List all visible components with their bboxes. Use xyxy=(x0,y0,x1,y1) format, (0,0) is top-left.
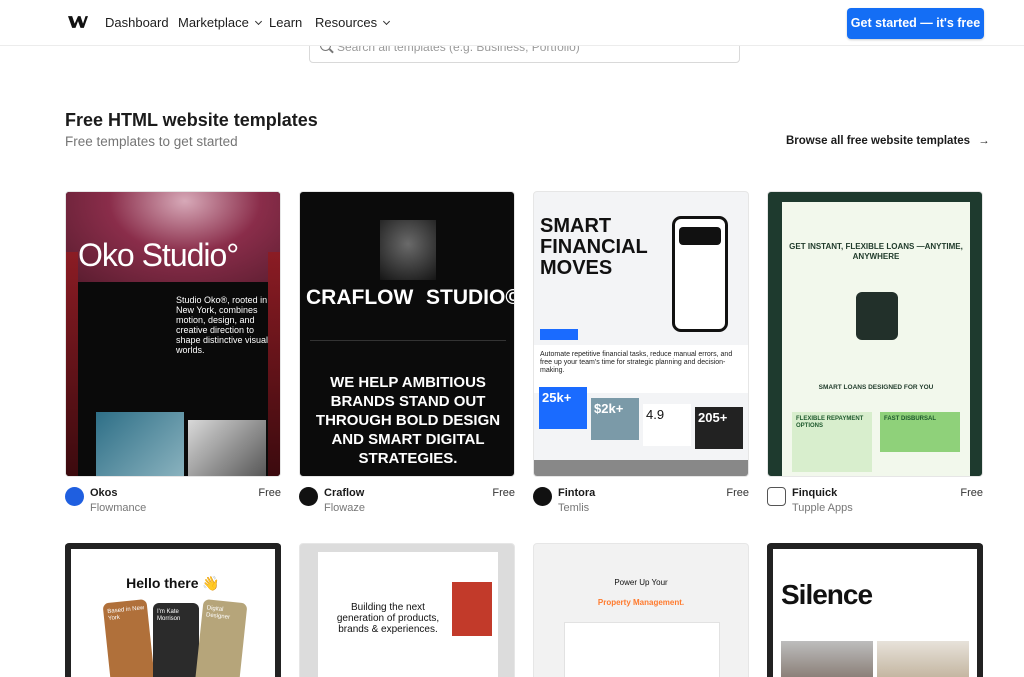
get-started-button[interactable]: Get started — it's free xyxy=(847,8,984,39)
preview-image xyxy=(380,220,436,280)
preview-text: Automate repetitive financial tasks, red… xyxy=(540,351,733,374)
nav-marketplace-label: Marketplace xyxy=(178,15,249,30)
preview-card: Digital Designer xyxy=(194,598,248,677)
preview-mid: Automate repetitive financial tasks, red… xyxy=(534,345,748,393)
template-thumbnail[interactable]: CRAFLOW STUDIO© WE HELP AMBITIOUS BRANDS… xyxy=(299,191,515,477)
preview-stat: 25k+ xyxy=(539,387,587,429)
preview-card: I'm Kate Morrison xyxy=(153,603,199,677)
preview-stat: 4.9 xyxy=(643,404,691,446)
preview-slogan: WE HELP AMBITIOUS BRANDS STAND OUT THROU… xyxy=(315,374,501,467)
webflow-logo-icon[interactable] xyxy=(68,14,88,30)
template-thumbnail[interactable]: Hello there 👋 Based in New York I'm Kate… xyxy=(65,543,281,677)
preview-word-left: CRAFLOW xyxy=(306,286,414,309)
preview-subtitle: SMART LOANS DESIGNED FOR YOU xyxy=(818,384,934,391)
template-author[interactable]: Tupple Apps xyxy=(792,502,853,514)
browse-all-label: Browse all free website templates xyxy=(786,135,971,147)
template-author[interactable]: Temlis xyxy=(558,502,589,514)
template-meta: Finquick Tupple Apps Free xyxy=(767,487,983,527)
preview-phone xyxy=(672,216,728,332)
template-name[interactable]: Okos xyxy=(90,487,118,499)
template-thumbnail[interactable]: GET INSTANT, FLEXIBLE LOANS —ANYTIME, AN… xyxy=(767,191,983,477)
preview-image xyxy=(781,641,873,677)
section-title: Free HTML website templates xyxy=(65,110,318,130)
preview-title: Oko Studio° xyxy=(78,237,239,273)
template-card-power[interactable]: Power Up Your Property Management. xyxy=(533,543,749,677)
preview-tile-label: FAST DISBURSAL xyxy=(884,416,937,422)
template-author[interactable]: Flowaze xyxy=(324,502,365,514)
preview-title: Building the next generation of products… xyxy=(336,602,440,635)
nav-marketplace[interactable]: Marketplace xyxy=(178,15,262,30)
craflow-brand-icon xyxy=(299,487,318,506)
nav-dashboard[interactable]: Dashboard xyxy=(105,15,169,30)
preview-phone xyxy=(856,292,898,340)
preview-title: Hello there 👋 xyxy=(126,575,220,591)
template-card-building[interactable]: Building the next generation of products… xyxy=(299,543,515,677)
preview-button xyxy=(540,329,578,340)
preview-accent: Property Management. xyxy=(597,598,685,607)
preview-tile-label: FLEXIBLE REPAYMENT OPTIONS xyxy=(796,416,864,429)
preview-image xyxy=(452,582,492,636)
preview-card-label: Digital Designer xyxy=(205,605,231,621)
preview-decor xyxy=(66,252,78,476)
template-price: Free xyxy=(492,487,515,499)
preview-image xyxy=(96,412,184,476)
chevron-down-icon xyxy=(383,17,391,26)
nav-resources[interactable]: Resources xyxy=(315,15,391,30)
preview-word-right: STUDIO© xyxy=(426,286,515,309)
template-thumbnail[interactable]: SMART FINANCIAL MOVES Automate repetitiv… xyxy=(533,191,749,477)
preview-tile: FLEXIBLE REPAYMENT OPTIONS xyxy=(792,412,872,472)
nav-learn[interactable]: Learn xyxy=(269,15,302,30)
preview-text: Studio Oko®, rooted in New York, combine… xyxy=(176,295,269,355)
preview-tile: FAST DISBURSAL xyxy=(880,412,960,452)
preview-decor xyxy=(534,460,748,476)
okos-brand-icon xyxy=(65,487,84,506)
template-author[interactable]: Flowmance xyxy=(90,502,146,514)
preview-card: Based in New York xyxy=(102,598,156,677)
template-name[interactable]: Craflow xyxy=(324,487,364,499)
template-card-okos[interactable]: Oko Studio° Studio Oko®, rooted in New Y… xyxy=(65,191,281,527)
template-thumbnail[interactable]: Building the next generation of products… xyxy=(299,543,515,677)
template-meta: Craflow Flowaze Free xyxy=(299,487,515,527)
template-card-hello[interactable]: Hello there 👋 Based in New York I'm Kate… xyxy=(65,543,281,677)
template-price: Free xyxy=(960,487,983,499)
template-thumbnail[interactable]: Power Up Your Property Management. xyxy=(533,543,749,677)
template-card-finquick[interactable]: GET INSTANT, FLEXIBLE LOANS —ANYTIME, AN… xyxy=(767,191,983,527)
preview-divider xyxy=(310,340,506,348)
finquick-brand-icon xyxy=(767,487,786,506)
arrow-right-icon: → xyxy=(978,135,990,147)
preview-card-label: I'm Kate Morrison xyxy=(157,609,181,622)
template-card-silence[interactable]: Silence xyxy=(767,543,983,677)
fintora-brand-icon xyxy=(533,487,552,506)
preview-title: Silence xyxy=(781,579,873,610)
preview-title: Power Up Your xyxy=(614,578,668,587)
template-card-fintora[interactable]: SMART FINANCIAL MOVES Automate repetitiv… xyxy=(533,191,749,527)
template-card-craflow[interactable]: CRAFLOW STUDIO© WE HELP AMBITIOUS BRANDS… xyxy=(299,191,515,527)
preview-dashboard xyxy=(564,622,720,677)
template-name[interactable]: Finquick xyxy=(792,487,837,499)
section-subtitle: Free templates to get started xyxy=(65,134,238,149)
template-price: Free xyxy=(726,487,749,499)
top-nav: Dashboard Marketplace Learn Resources Ge… xyxy=(0,0,1024,46)
template-price: Free xyxy=(258,487,281,499)
preview-image xyxy=(188,420,266,476)
preview-card-label: Based in New York xyxy=(107,605,145,623)
chevron-down-icon xyxy=(254,17,262,26)
preview-decor xyxy=(268,252,280,476)
template-thumbnail[interactable]: Oko Studio° Studio Oko®, rooted in New Y… xyxy=(65,191,281,477)
template-meta: Okos Flowmance Free xyxy=(65,487,281,527)
template-thumbnail[interactable]: Silence xyxy=(767,543,983,677)
preview-stat: 205+ xyxy=(695,407,743,449)
nav-resources-label: Resources xyxy=(315,15,378,30)
preview-stat: $2k+ xyxy=(591,398,639,440)
template-name[interactable]: Fintora xyxy=(558,487,595,499)
preview-title: GET INSTANT, FLEXIBLE LOANS —ANYTIME, AN… xyxy=(789,242,963,261)
template-meta: Fintora Temlis Free xyxy=(533,487,749,527)
preview-image xyxy=(877,641,969,677)
preview-title: SMART FINANCIAL MOVES xyxy=(540,215,648,279)
browse-all-link[interactable]: Browse all free website templates → xyxy=(786,135,990,147)
